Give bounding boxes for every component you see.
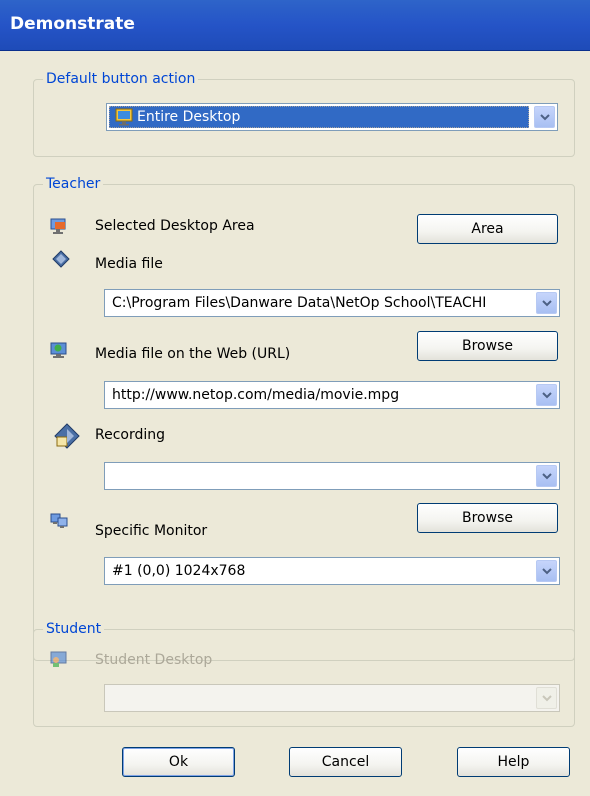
chevron-down-icon	[542, 300, 552, 307]
student-group	[33, 629, 575, 727]
dual-monitor-icon	[50, 513, 68, 528]
student-desktop-dropdown[interactable]	[104, 684, 560, 712]
window-title: Demonstrate	[10, 14, 135, 34]
default-action-legend: Default button action	[43, 71, 199, 87]
selected-area-label: Selected Desktop Area	[95, 218, 255, 234]
dropdown-arrow[interactable]	[534, 106, 555, 128]
chevron-down-icon	[542, 695, 552, 702]
media-browse-button[interactable]: Browse	[417, 331, 558, 361]
media-file-value: C:\Program Files\Danware Data\NetOp Scho…	[112, 295, 487, 311]
recording-dropdown[interactable]	[104, 462, 560, 490]
chevron-down-icon	[542, 473, 552, 480]
default-action-dropdown[interactable]: Entire Desktop	[106, 103, 558, 131]
cancel-button[interactable]: Cancel	[289, 747, 402, 777]
dropdown-arrow[interactable]	[536, 384, 557, 406]
globe-monitor-icon	[50, 342, 67, 358]
dialog-body: Default button action Entire Desktop Tea…	[0, 51, 590, 796]
chevron-down-icon	[542, 392, 552, 399]
monitor-area-icon	[50, 218, 66, 234]
dropdown-arrow[interactable]	[536, 465, 557, 487]
student-desktop-icon	[50, 651, 67, 667]
chevron-down-icon	[540, 114, 550, 121]
default-action-value: Entire Desktop	[137, 109, 241, 125]
student-desktop-label: Student Desktop	[95, 652, 213, 668]
monitor-value: #1 (0,0) 1024x768	[112, 563, 246, 579]
monitor-icon	[115, 108, 133, 126]
media-url-dropdown[interactable]: http://www.netop.com/media/movie.mpg	[104, 381, 560, 409]
monitor-label: Specific Monitor	[95, 523, 208, 539]
dropdown-arrow[interactable]	[536, 687, 557, 709]
recording-browse-button[interactable]: Browse	[417, 503, 558, 533]
ok-button[interactable]: Ok	[122, 747, 235, 777]
help-button[interactable]: Help	[457, 747, 570, 777]
student-legend: Student	[43, 621, 105, 637]
media-file-label: Media file	[95, 256, 163, 272]
dropdown-arrow[interactable]	[536, 292, 557, 314]
media-file-dropdown[interactable]: C:\Program Files\Danware Data\NetOp Scho…	[104, 289, 560, 317]
monitor-dropdown[interactable]: #1 (0,0) 1024x768	[104, 557, 560, 585]
teacher-legend: Teacher	[43, 176, 104, 192]
area-button[interactable]: Area	[417, 214, 558, 244]
media-url-value: http://www.netop.com/media/movie.mpg	[112, 387, 400, 403]
title-bar: Demonstrate	[0, 0, 590, 51]
film-icon	[52, 250, 70, 268]
dropdown-arrow[interactable]	[536, 560, 557, 582]
media-url-label: Media file on the Web (URL)	[95, 346, 291, 362]
chevron-down-icon	[542, 568, 552, 575]
recording-label: Recording	[95, 427, 166, 443]
recording-icon	[54, 423, 80, 449]
